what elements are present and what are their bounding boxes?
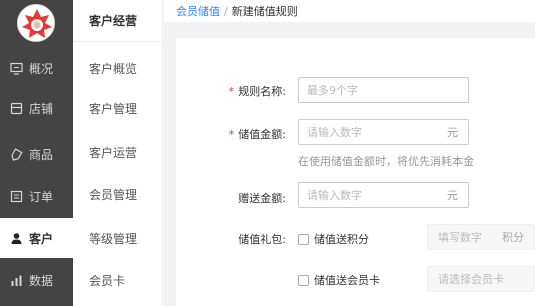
sidebar-item-level-management[interactable]: 等级管理 [73,218,163,258]
gift-card-checkbox[interactable]: 储值送会员卡 [298,272,380,288]
sidebar-item-customer-operation[interactable]: 客户运营 [73,132,163,172]
user-icon [9,231,23,245]
sidebar-item-member-card[interactable]: 会员卡 [73,260,163,300]
monitor-icon [9,61,23,75]
breadcrumb-current: 新建储值规则 [231,5,298,18]
store-icon [9,101,23,115]
gift-card-placeholder: 请选择会员卡 [438,273,504,286]
store-logo[interactable] [17,4,55,42]
primary-sidebar: 概况 店铺 商品 订单 客户 数据 [0,0,73,306]
nav-item-orders[interactable]: 订单 [0,176,73,216]
stored-amount-placeholder: 请输入数字 [307,126,362,139]
gift-points-input[interactable]: 填写数字 积分 [427,224,535,250]
gift-package-label: 储值礼包: [238,233,286,246]
nav-item-label: 客户 [29,231,54,246]
breadcrumb-separator: / [224,4,228,18]
yuan-unit: 元 [447,189,458,202]
checkbox-box[interactable] [298,233,309,245]
tag-icon [9,147,23,161]
rule-name-placeholder: 最多9个字 [307,84,358,97]
bonus-amount-placeholder: 请输入数字 [307,189,362,202]
form-card: * 规则名称: 最多9个字 * 储值金额: 请输入数字 元 在使用储值金额时，将优先… [176,38,535,306]
required-asterisk: * [228,85,235,98]
bonus-amount-input[interactable]: 请输入数字 元 [298,182,469,208]
nav-item-label: 商品 [29,147,54,162]
sidebar-item-customer-overview[interactable]: 客户概览 [73,48,163,88]
sidebar-item-customer-management[interactable]: 客户管理 [73,88,163,128]
gift-card-label: 储值送会员卡 [314,274,380,287]
nav-item-label: 概况 [29,61,54,76]
sidebar-section-title: 客户经营 [73,0,163,42]
breadcrumb: 会员储值 / 新建储值规则 [164,0,535,22]
checkbox-box[interactable] [298,274,309,286]
stored-amount-hint: 在使用储值金额时，将优先消耗本金 [298,155,474,168]
secondary-sidebar: 客户经营 客户概览 客户管理 客户运营 会员管理 等级管理 会员卡 [73,0,163,306]
bonus-amount-label: 赠送金额: [238,192,286,205]
nav-item-label: 数据 [29,273,54,288]
nav-item-products[interactable]: 商品 [0,134,73,174]
rule-name-label: * 规则名称: [228,85,286,98]
nav-item-overview[interactable]: 概况 [0,48,73,88]
sidebar-item-member-management[interactable]: 会员管理 [73,174,163,214]
points-unit: 积分 [502,231,524,244]
yuan-unit: 元 [447,126,458,139]
gift-points-label: 储值送积分 [314,233,369,246]
gift-points-checkbox[interactable]: 储值送积分 [298,231,369,247]
stored-amount-input[interactable]: 请输入数字 元 [298,119,469,145]
nav-item-data[interactable]: 数据 [0,260,73,300]
breadcrumb-parent-link[interactable]: 会员储值 [176,3,220,19]
nav-item-customers[interactable]: 客户 [0,218,73,258]
nav-item-label: 店铺 [29,101,54,116]
list-icon [9,189,23,203]
required-asterisk: * [228,128,235,141]
nav-item-store[interactable]: 店铺 [0,88,73,128]
nav-item-label: 订单 [29,189,54,204]
rule-name-input[interactable]: 最多9个字 [298,77,469,103]
bar-chart-icon [9,273,23,287]
stored-amount-label: * 储值金额: [228,128,286,141]
gift-card-select[interactable]: 请选择会员卡 [427,266,535,292]
gift-points-placeholder: 填写数字 [438,231,482,244]
